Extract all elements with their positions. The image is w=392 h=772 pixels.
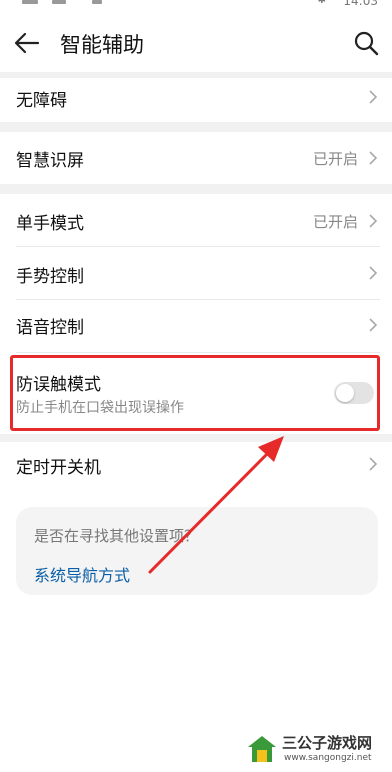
item-label: 定时开关机 — [16, 458, 101, 478]
suggestion-card: 是否在寻找其他设置项？ 系统导航方式 — [16, 507, 378, 595]
bluetooth-icon: ✱ — [317, 0, 326, 6]
settings-item-smart-screen[interactable]: 智慧识屏 已开启 — [0, 132, 392, 184]
item-label: 语音控制 — [16, 318, 84, 338]
suggestion-link-navigation[interactable]: 系统导航方式 — [34, 562, 130, 586]
app-header: 智能辅助 — [0, 14, 392, 72]
settings-item-one-hand-mode[interactable]: 单手模式 已开启 — [0, 194, 392, 246]
chevron-right-icon — [369, 318, 378, 332]
status-time: 14:03 — [343, 0, 378, 8]
signal-icon — [52, 0, 66, 4]
status-bar: ✱ 14:03 — [0, 0, 392, 10]
watermark: 三公子游戏网 www.sangongzi.net — [246, 732, 388, 768]
watermark-logo-icon — [248, 736, 276, 762]
item-label: 手势控制 — [16, 267, 84, 287]
settings-item-scheduled-power[interactable]: 定时开关机 — [0, 442, 392, 488]
settings-item-gesture-control[interactable]: 手势控制 — [0, 247, 392, 299]
signal-icon — [22, 0, 38, 4]
settings-item-voice-control[interactable]: 语音控制 — [0, 300, 392, 352]
back-arrow-icon[interactable] — [14, 30, 40, 56]
suggestion-question: 是否在寻找其他设置项？ — [34, 527, 200, 545]
section-separator — [0, 184, 392, 194]
settings-item-accessibility[interactable]: 无障碍 — [0, 78, 392, 122]
divider — [16, 352, 380, 353]
chevron-right-icon — [369, 151, 378, 165]
chevron-right-icon — [369, 266, 378, 280]
chevron-right-icon — [369, 457, 378, 471]
page-title: 智能辅助 — [60, 33, 144, 57]
section-separator — [0, 434, 392, 442]
watermark-title: 三公子游戏网 — [282, 734, 373, 752]
chevron-right-icon — [369, 90, 378, 104]
annotation-highlight-box — [10, 355, 380, 431]
item-status: 已开启 — [312, 213, 358, 231]
wifi-icon — [92, 0, 102, 4]
chevron-right-icon — [369, 214, 378, 228]
search-icon[interactable] — [352, 29, 380, 57]
item-label: 单手模式 — [16, 214, 84, 234]
item-label: 无障碍 — [16, 91, 67, 111]
watermark-url: www.sangongzi.net — [284, 753, 372, 763]
item-label: 智慧识屏 — [16, 151, 84, 171]
item-status: 已开启 — [312, 150, 358, 168]
section-separator — [0, 122, 392, 132]
